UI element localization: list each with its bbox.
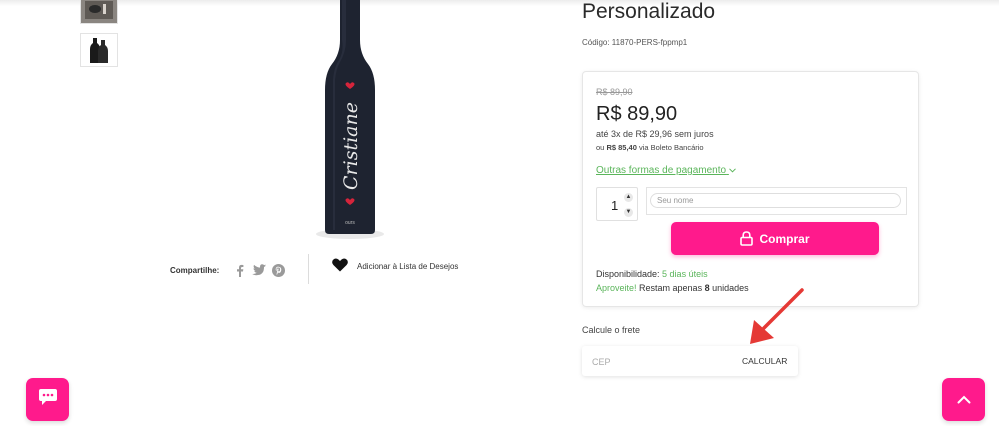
bottle-name-text: Cristiane: [340, 102, 362, 190]
wishlist-button[interactable]: Adicionar à Lista de Desejos: [332, 258, 458, 274]
pinterest-icon[interactable]: [271, 263, 285, 277]
name-field-wrapper: [646, 187, 907, 215]
price-box: R$ 89,90 R$ 89,90 até 3x de R$ 29,96 sem…: [582, 71, 919, 307]
product-title: Personalizado: [582, 0, 716, 23]
twitter-icon[interactable]: [252, 263, 267, 277]
quantity-value[interactable]: 1: [611, 198, 618, 213]
facebook-icon[interactable]: [233, 263, 247, 277]
product-code: Código: 11870-PERS-fppmp1: [582, 38, 688, 47]
share-bar: Compartilhe:: [170, 255, 290, 285]
product-image: Cristiane ours: [300, 0, 400, 240]
chat-button[interactable]: [26, 378, 69, 421]
availability-value: 5 dias úteis: [662, 269, 708, 279]
calculate-button[interactable]: CALCULAR: [742, 356, 787, 366]
wishlist-label: Adicionar à Lista de Desejos: [357, 261, 459, 271]
current-price: R$ 89,90: [596, 103, 678, 125]
boleto-text: ou R$ 85,40 via Boleto Bancário: [596, 143, 704, 152]
heart-icon: [332, 258, 348, 274]
annotation-arrow-icon: [742, 286, 808, 353]
back-to-top-button[interactable]: [942, 378, 985, 421]
availability-text: Disponibilidade: 5 dias úteis: [596, 269, 708, 279]
installments-text: até 3x de R$ 29,96 sem juros: [596, 129, 714, 139]
share-divider: [308, 254, 309, 284]
share-label: Compartilhe:: [170, 265, 220, 275]
decrement-icon[interactable]: ▼: [624, 208, 633, 217]
freight-label: Calcule o frete: [582, 325, 641, 335]
stock-text: Aproveite! Restam apenas 8 unidades: [596, 283, 749, 293]
chat-icon: [38, 388, 58, 411]
header-shadow: [0, 0, 999, 6]
bottle-brand-text: ours: [345, 220, 355, 226]
payment-options-link[interactable]: Outras formas de pagamento: [596, 165, 736, 176]
name-input[interactable]: [650, 193, 901, 208]
chevron-down-icon: [729, 165, 736, 176]
increment-icon[interactable]: ▲: [624, 193, 633, 202]
old-price: R$ 89,90: [596, 87, 633, 97]
product-thumbnail[interactable]: [80, 33, 118, 67]
buy-label: Comprar: [759, 231, 810, 246]
product-thumbnail[interactable]: [80, 0, 118, 24]
buy-button[interactable]: Comprar: [671, 222, 879, 255]
lock-icon: [740, 231, 754, 246]
cep-input[interactable]: [590, 353, 734, 371]
chevron-up-icon: [957, 391, 971, 409]
boleto-amount: R$ 85,40: [606, 143, 637, 152]
quantity-stepper[interactable]: 1 ▲ ▼: [596, 187, 638, 221]
